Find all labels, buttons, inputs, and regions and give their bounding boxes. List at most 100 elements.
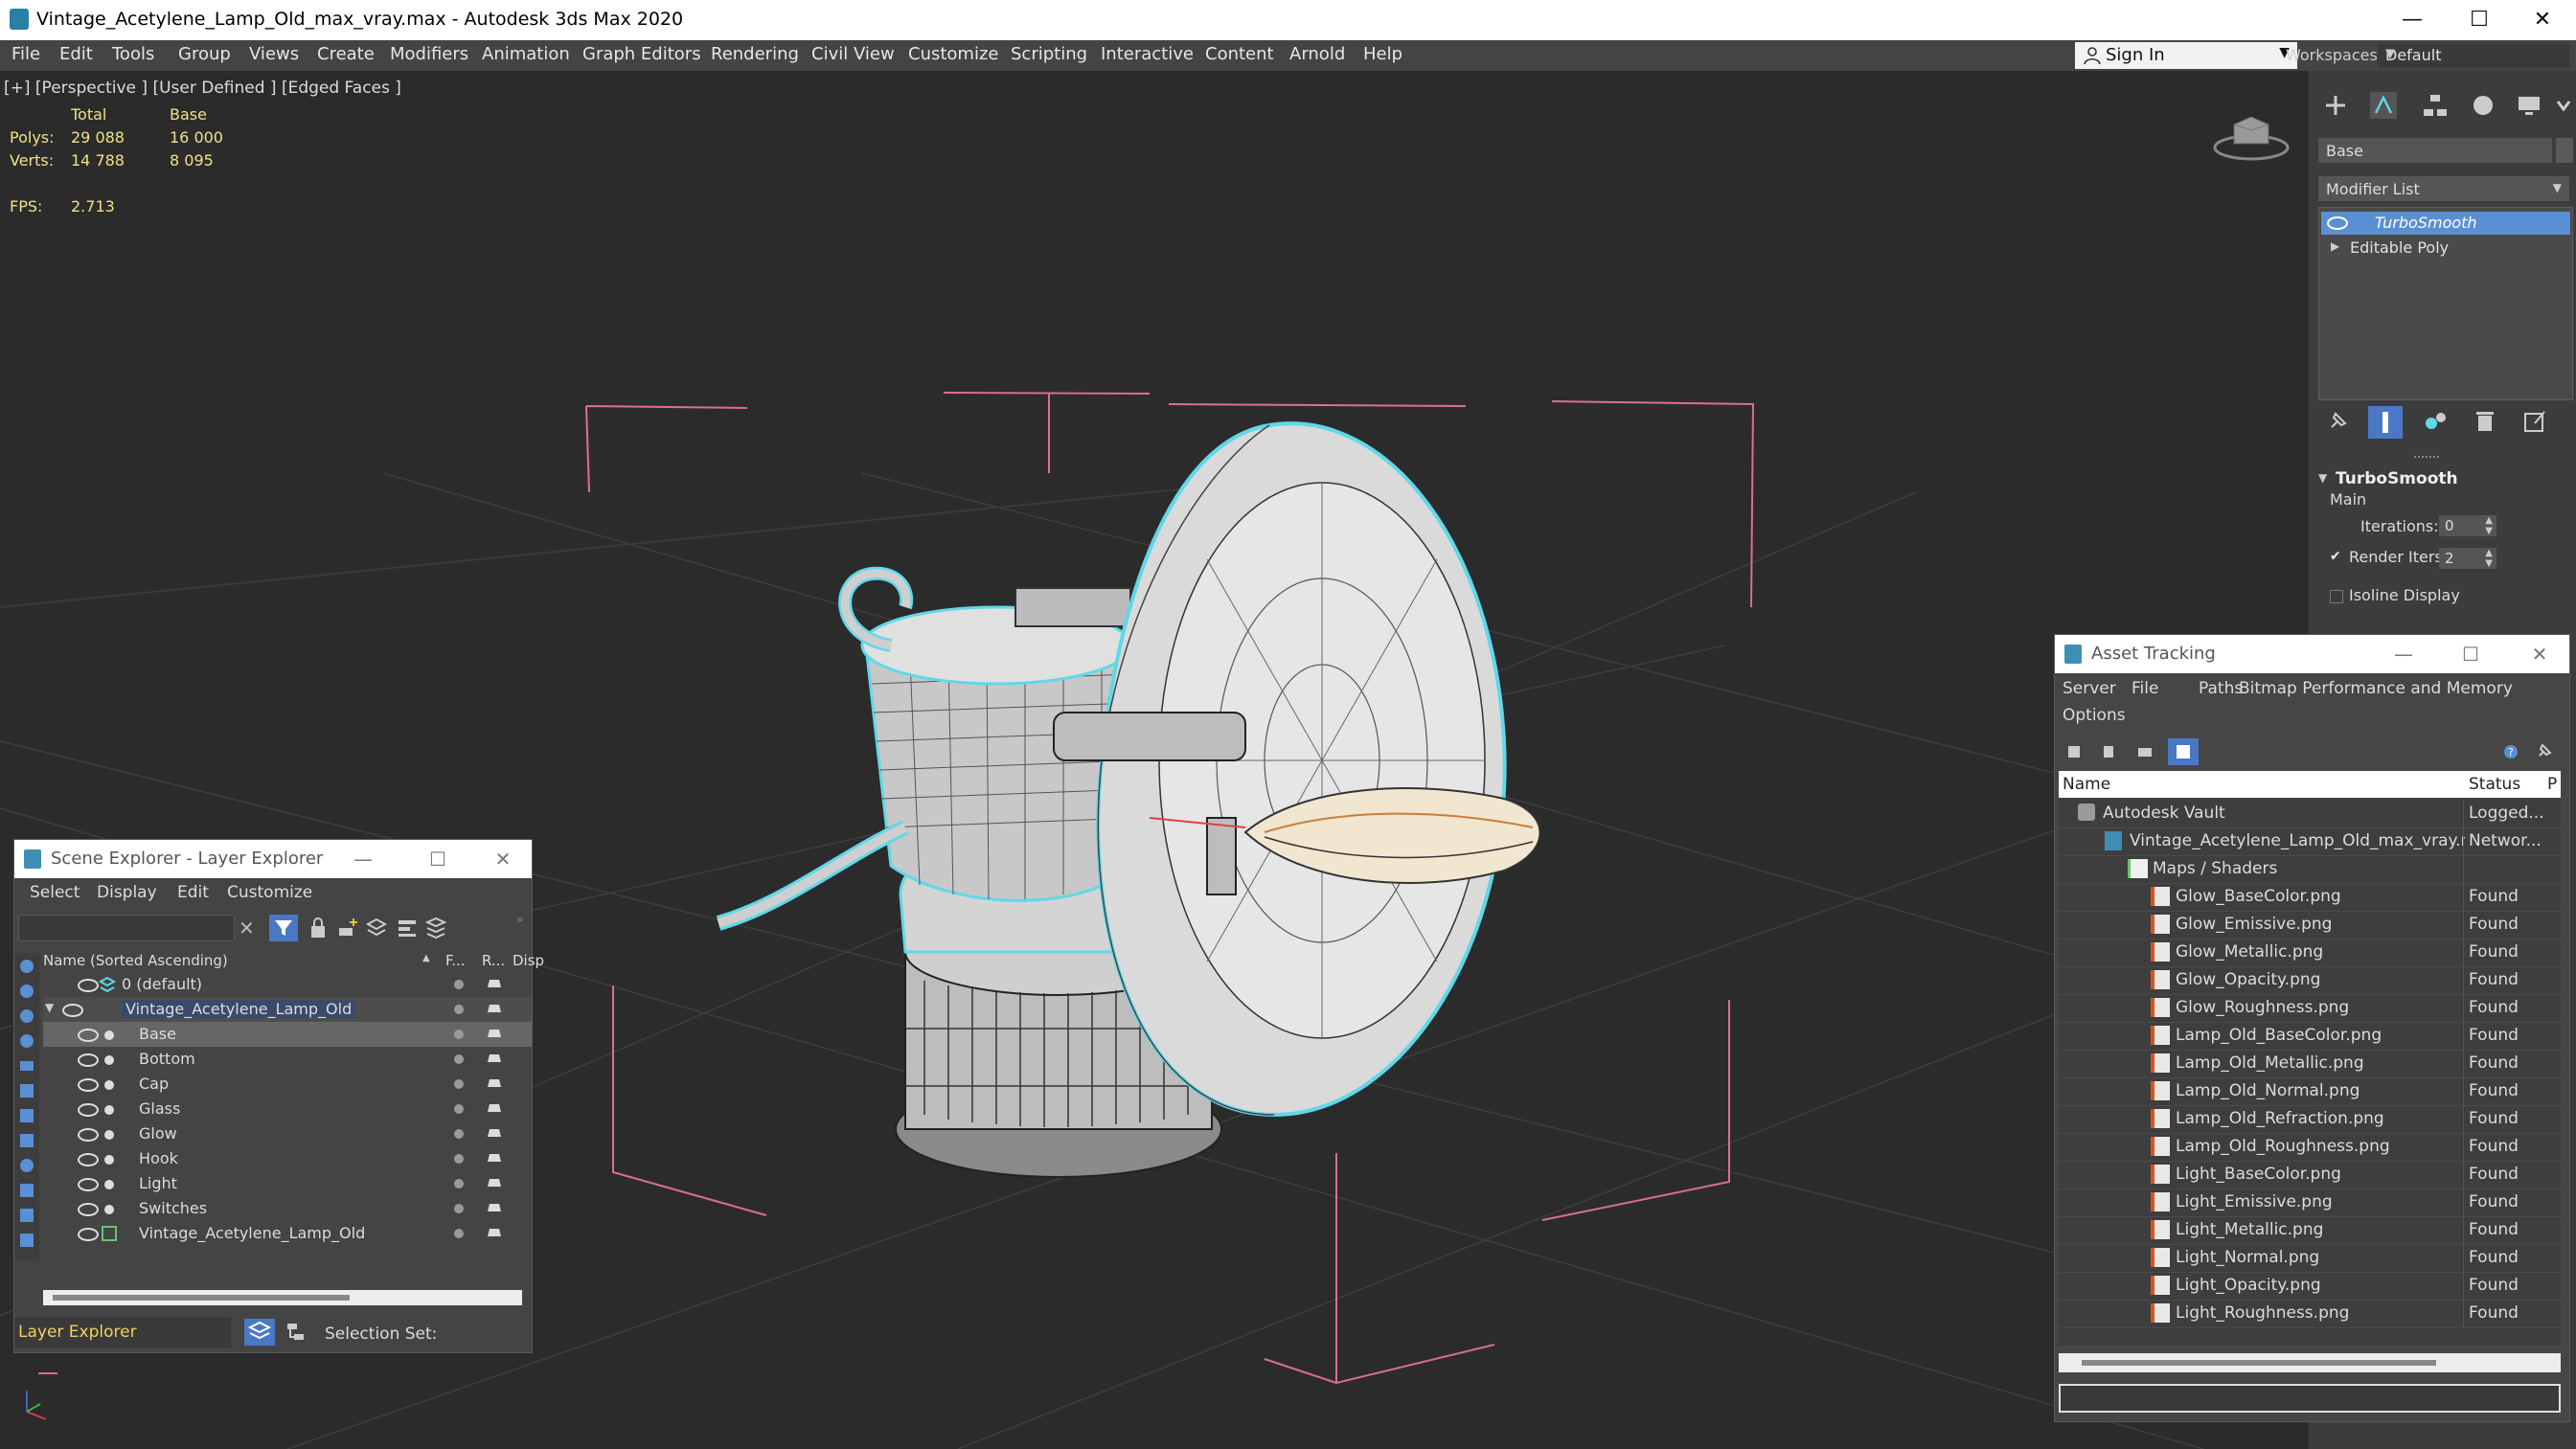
asset-tracking-titlebar[interactable]: Asset Tracking — ☐ ✕ xyxy=(2055,635,2569,673)
asset-row[interactable]: Lamp_Old_BaseColor.png Found xyxy=(2059,1022,2561,1051)
menu-file[interactable]: File xyxy=(2131,679,2158,698)
motion-tab-icon[interactable] xyxy=(2470,92,2496,119)
remove-modifier-icon[interactable] xyxy=(2472,408,2498,435)
eye-icon[interactable] xyxy=(78,1053,99,1067)
eye-icon[interactable] xyxy=(78,1078,99,1092)
render-iters-checkbox[interactable]: ✔ xyxy=(2330,550,2343,563)
asset-row[interactable]: Light_Metallic.png Found xyxy=(2059,1216,2561,1245)
create-tab-icon[interactable] xyxy=(2322,92,2349,119)
menu-civil-view[interactable]: Civil View xyxy=(811,44,895,64)
menu-edit[interactable]: Edit xyxy=(59,44,93,64)
menu-views[interactable]: Views xyxy=(249,44,299,64)
menu-rendering[interactable]: Rendering xyxy=(711,44,799,64)
chevron-down-icon[interactable]: ▼ xyxy=(2318,471,2327,485)
asset-row[interactable]: Glow_Emissive.png Found xyxy=(2059,911,2561,940)
filter-button[interactable] xyxy=(269,915,298,941)
help-icon[interactable]: ? xyxy=(2501,742,2520,761)
menu-server[interactable]: Server xyxy=(2063,679,2116,698)
horizontal-scrollbar[interactable] xyxy=(2059,1353,2561,1372)
asset-row[interactable]: Glow_Metallic.png Found xyxy=(2059,939,2561,967)
maximize-button[interactable]: ☐ xyxy=(419,844,457,874)
column-freeze-header[interactable]: F... xyxy=(445,952,466,969)
menu-modifiers[interactable]: Modifiers xyxy=(390,44,468,64)
menu-animation[interactable]: Animation xyxy=(482,44,570,64)
utilities-tab-icon[interactable] xyxy=(2554,92,2573,119)
asset-row[interactable]: Vintage_Acetylene_Lamp_Old_max_vray.max N… xyxy=(2059,827,2561,856)
minimize-button[interactable]: — xyxy=(344,844,382,874)
menu-graph-editors[interactable]: Graph Editors xyxy=(582,44,701,64)
display-spacewarps-icon[interactable] xyxy=(17,1106,36,1125)
display-lights-icon[interactable] xyxy=(17,1031,36,1051)
eye-icon[interactable] xyxy=(78,1203,99,1216)
close-button[interactable]: ✕ xyxy=(2520,639,2559,669)
asset-row[interactable]: Lamp_Old_Normal.png Found xyxy=(2059,1077,2561,1106)
layer-mode-button[interactable] xyxy=(244,1319,275,1346)
asset-row[interactable]: Glow_BaseColor.png Found xyxy=(2059,883,2561,912)
asset-row[interactable]: Glow_Roughness.png Found xyxy=(2059,994,2561,1023)
asset-row[interactable]: Lamp_Old_Refraction.png Found xyxy=(2059,1105,2561,1134)
list-view-icon[interactable] xyxy=(2099,742,2118,761)
horizontal-scrollbar[interactable] xyxy=(43,1290,522,1305)
column-name-header[interactable]: Name (Sorted Ascending) xyxy=(43,952,228,969)
rollout-title[interactable]: TurboSmooth xyxy=(2336,469,2458,488)
eye-icon[interactable] xyxy=(78,1128,99,1142)
modifier-list-dropdown[interactable]: Modifier List ▼ xyxy=(2318,176,2569,201)
eye-icon[interactable] xyxy=(78,1178,99,1191)
make-current-layer-icon[interactable] xyxy=(396,917,419,940)
menu-paths[interactable]: Paths xyxy=(2199,679,2243,698)
asset-row[interactable]: Light_Normal.png Found xyxy=(2059,1244,2561,1273)
chevron-right-icon[interactable]: ▶ xyxy=(2331,239,2339,253)
menu-interactive[interactable]: Interactive xyxy=(1101,44,1194,64)
asset-row[interactable]: Lamp_Old_Roughness.png Found xyxy=(2059,1133,2561,1162)
show-end-result-button[interactable] xyxy=(2368,406,2403,439)
eye-icon[interactable] xyxy=(78,1153,99,1166)
display-helpers-icon[interactable] xyxy=(17,1081,36,1100)
hierarchy-tab-icon[interactable] xyxy=(2422,92,2449,119)
scene-explorer-search-input[interactable] xyxy=(18,915,235,941)
toolbar-overflow-icon[interactable]: » xyxy=(516,913,523,926)
viewcube-icon[interactable] xyxy=(2211,107,2291,165)
menu-display[interactable]: Display xyxy=(97,883,157,902)
stack-item-turbosmooth[interactable]: TurboSmooth xyxy=(2321,212,2570,235)
asset-row[interactable]: Lamp_Old_Metallic.png Found xyxy=(2059,1050,2561,1078)
pin-stack-icon[interactable] xyxy=(2324,408,2351,435)
eye-icon[interactable] xyxy=(78,1029,99,1042)
layer-explorer-dropdown[interactable]: Layer Explorer xyxy=(14,1317,231,1347)
menu-customize[interactable]: Customize xyxy=(908,44,998,64)
modify-tab-icon[interactable] xyxy=(2368,90,2399,121)
menu-content[interactable]: Content xyxy=(1205,44,1274,64)
grid-view-button[interactable] xyxy=(2168,738,2199,765)
minimize-button[interactable]: — xyxy=(2383,4,2441,36)
table-view-icon[interactable] xyxy=(2135,742,2154,761)
menu-arnold[interactable]: Arnold xyxy=(1289,44,1345,64)
minimize-button[interactable]: — xyxy=(2384,639,2423,669)
render-iters-spinner[interactable]: 2 ▲ ▼ xyxy=(2439,548,2496,569)
asset-row[interactable]: Light_BaseColor.png Found xyxy=(2059,1161,2561,1189)
asset-row[interactable]: Light_Opacity.png Found xyxy=(2059,1272,2561,1301)
clear-icon[interactable]: ✕ xyxy=(239,917,255,940)
column-status-header[interactable]: Status xyxy=(2469,775,2520,794)
menu-edit[interactable]: Edit xyxy=(177,883,209,902)
column-name-header[interactable]: Name xyxy=(2063,775,2110,794)
menu-scripting[interactable]: Scripting xyxy=(1011,44,1087,64)
asset-row[interactable]: Light_Emissive.png Found xyxy=(2059,1189,2561,1217)
display-shapes-icon[interactable] xyxy=(17,1007,36,1026)
display-groups-icon[interactable] xyxy=(17,1131,36,1150)
stack-item-editable-poly[interactable]: ▶ Editable Poly xyxy=(2321,237,2570,260)
refresh-icon[interactable] xyxy=(2064,742,2084,761)
maximize-button[interactable]: ☐ xyxy=(2451,4,2508,36)
configure-sets-icon[interactable] xyxy=(2521,408,2548,435)
menu-help[interactable]: Help xyxy=(1363,44,1402,64)
viewport-label[interactable]: [+] [Perspective ] [User Defined ] [Edge… xyxy=(4,79,401,98)
scrollbar-thumb[interactable] xyxy=(2082,1360,2436,1366)
scene-explorer-titlebar[interactable]: Scene Explorer - Layer Explorer — ☐ ✕ xyxy=(14,840,532,878)
iterations-spinner[interactable]: 0 ▲ ▼ xyxy=(2439,515,2496,536)
menu-create[interactable]: Create xyxy=(317,44,375,64)
display-containers-icon[interactable] xyxy=(17,1206,36,1225)
workspaces-select[interactable]: Default ▼ xyxy=(2378,43,2569,68)
sign-in-dropdown[interactable]: Sign In ▼ xyxy=(2075,42,2297,69)
eye-icon[interactable] xyxy=(78,1228,99,1241)
menu-customize[interactable]: Customize xyxy=(227,883,312,902)
menu-bitmap-performance[interactable]: Bitmap Performance and Memory xyxy=(2239,679,2513,698)
chevron-down-icon[interactable]: ▼ xyxy=(45,1001,54,1014)
